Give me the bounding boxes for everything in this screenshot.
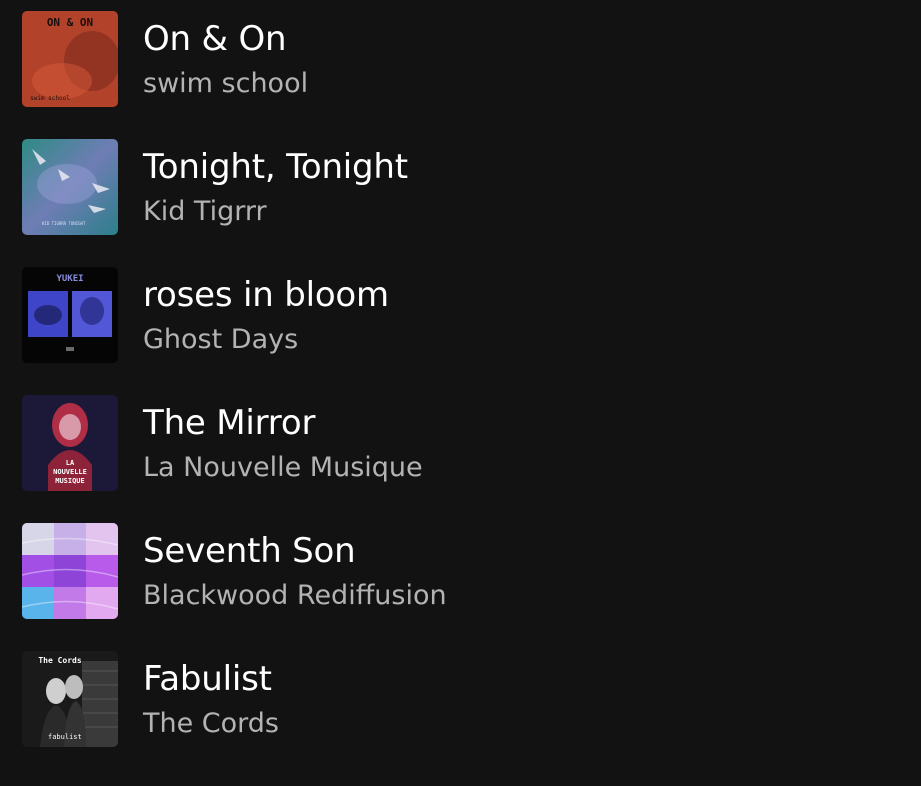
track-list: ON & ON swim school On & On swim school [0,11,921,779]
track-title: Tonight, Tonight [143,147,408,187]
album-cover-art: The Cords fabulist [22,651,118,747]
track-title: On & On [143,19,287,59]
album-cover [22,523,118,619]
album-cover-art: KID TIGRRR TONIGHT [22,139,118,235]
album-cover: LA NOUVELLE MUSIQUE [22,395,118,491]
track-artist[interactable]: swim school [143,68,308,100]
cover-title-text: YUKEI [56,274,83,284]
track-artist[interactable]: Blackwood Rediffusion [143,580,447,612]
cover-line-2: NOUVELLE [53,468,87,476]
track-row[interactable]: The Cords fabulist Fabulist The Cords [0,651,921,747]
cover-line-1: LA [66,459,75,467]
track-title: roses in bloom [143,275,389,315]
cover-artist-text: swim school [30,95,70,102]
track-row[interactable]: YUKEI roses in bloom Ghost Days [0,267,921,363]
track-artist[interactable]: La Nouvelle Musique [143,452,423,484]
track-artist[interactable]: Ghost Days [143,324,298,356]
track-title: The Mirror [143,403,316,443]
album-cover: The Cords fabulist [22,651,118,747]
cover-line-3: MUSIQUE [55,477,85,485]
track-title: Fabulist [143,659,272,699]
album-cover-art: LA NOUVELLE MUSIQUE [22,395,118,491]
album-cover: ON & ON swim school [22,11,118,107]
track-row[interactable]: KID TIGRRR TONIGHT Tonight, Tonight Kid … [0,139,921,235]
cover-title-text: KID TIGRRR TONIGHT [42,221,86,226]
track-title: Seventh Son [143,531,356,571]
album-cover-art [22,523,118,619]
album-cover: YUKEI [22,267,118,363]
cover-title-text: The Cords [38,656,82,665]
track-row[interactable]: Seventh Son Blackwood Rediffusion [0,523,921,619]
track-row[interactable]: ON & ON swim school On & On swim school [0,11,921,107]
album-cover: KID TIGRRR TONIGHT [22,139,118,235]
track-artist[interactable]: Kid Tigrrr [143,196,267,228]
track-row[interactable]: LA NOUVELLE MUSIQUE The Mirror La Nouvel… [0,395,921,491]
cover-subtitle-text: fabulist [48,733,82,741]
track-artist[interactable]: The Cords [143,708,279,740]
album-cover-art: ON & ON swim school [22,11,118,107]
cover-title-text: ON & ON [47,16,93,29]
album-cover-art: YUKEI [22,267,118,363]
